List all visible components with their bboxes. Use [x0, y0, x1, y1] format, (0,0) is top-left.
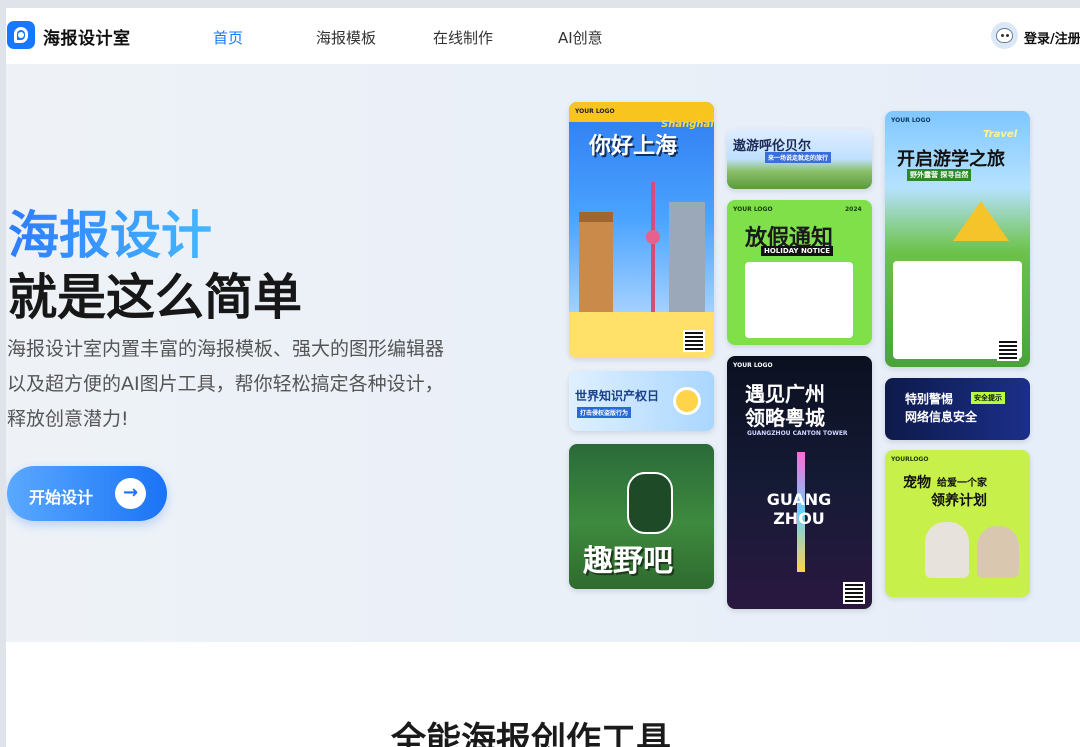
poster-year: 2024: [845, 206, 862, 213]
poster-subtitle: 来一场说走就走的旅行: [765, 152, 832, 163]
arrow-right-icon: →: [115, 478, 146, 509]
login-register-link[interactable]: 登录/注册: [1024, 28, 1080, 47]
poster-logo: YOURLOGO: [891, 456, 929, 463]
poster-title: 你好上海: [589, 134, 678, 159]
poster-subtitle: HOLIDAY NOTICE: [761, 246, 834, 256]
cat-shape: [925, 522, 969, 578]
hero-title-main: 海报设计: [8, 194, 212, 268]
start-design-label: 开始设计: [29, 488, 94, 507]
poster-title: 开启游学之旅: [897, 149, 1005, 170]
clock-tower-shape: [579, 212, 613, 312]
poster-title: 趣野吧: [583, 544, 673, 579]
section-title: 全能海报创作工具: [391, 721, 672, 747]
nav-item-ai-creative[interactable]: AI创意: [558, 27, 603, 48]
poster-english: GUANGZHOU CANTON TOWER: [747, 430, 848, 437]
hero-section: 海报设计 就是这么简单 海报设计室内置丰富的海报模板、强大的图形编辑器以及超方便…: [6, 64, 1080, 642]
cute-tree-shape: [627, 472, 673, 534]
tent-shape: [953, 201, 1009, 241]
poster-ip-day[interactable]: 世界知识产权日 打击侵权盗版行为: [569, 371, 714, 431]
hero-title-sub: 就是这么简单: [8, 269, 303, 326]
poster-logo: YOUR LOGO: [891, 117, 931, 124]
qr-code-icon: [843, 582, 865, 604]
poster-logo: YOUR LOGO: [575, 108, 615, 115]
poster-title: 世界知识产权日: [575, 389, 660, 403]
qr-code-icon: [683, 330, 705, 352]
poster-script: Travel: [983, 129, 1018, 140]
poster-logo: YOUR LOGO: [733, 206, 773, 213]
poster-title-3: 领养计划: [931, 493, 987, 509]
page: 海报设计室 首页 海报模板 在线制作 AI创意 登录/注册 海报设计 就是这么简…: [6, 8, 1080, 747]
poster-script: Shanghai: [661, 119, 714, 130]
cat-shape: [977, 526, 1019, 578]
avatar[interactable]: [991, 22, 1018, 49]
poster-shanghai[interactable]: YOUR LOGO 你好上海 Shanghai: [569, 102, 714, 358]
poster-title-2: 领略粤城: [745, 406, 825, 430]
poster-logo: YOUR LOGO: [733, 362, 773, 369]
poster-title-2: 给爱一个家: [937, 478, 987, 489]
poster-pet[interactable]: YOURLOGO 宠物 给爱一个家 领养计划: [885, 450, 1030, 597]
start-design-button[interactable]: 开始设计 →: [7, 466, 167, 521]
nav-item-online-editor[interactable]: 在线制作: [433, 27, 493, 48]
poster-study-tour[interactable]: YOUR LOGO Travel 开启游学之旅 野外露营 探寻自然: [885, 111, 1030, 367]
poster-wild[interactable]: 趣野吧: [569, 444, 714, 589]
poster-title: 特别警惕: [905, 392, 954, 406]
top-navbar: 海报设计室 首页 海报模板 在线制作 AI创意 登录/注册: [6, 8, 1080, 64]
poster-guangzhou[interactable]: YOUR LOGO 遇见广州 领略粤城 GUANGZHOU CANTON TOW…: [727, 356, 872, 609]
pearl-tower-shape: [651, 182, 655, 312]
poster-security[interactable]: 特别警惕 网络信息安全 安全提示: [885, 378, 1030, 440]
poster-title-2: 网络信息安全: [905, 410, 978, 424]
poster-subtitle: 打击侵权盗版行为: [577, 407, 632, 418]
nav-item-home[interactable]: 首页: [213, 27, 243, 48]
poster-title: 宠物: [903, 475, 931, 491]
poster-holiday-notice[interactable]: YOUR LOGO 2024 放假通知 HOLIDAY NOTICE: [727, 200, 872, 345]
poster-big-text: GUANG ZHOU: [766, 490, 832, 528]
brand-name[interactable]: 海报设计室: [43, 24, 131, 49]
nav-item-templates[interactable]: 海报模板: [316, 27, 376, 48]
features-section: 全能海报创作工具: [6, 642, 1080, 747]
app-logo-icon[interactable]: [7, 21, 35, 49]
poster-subtitle: 野外露营 探寻自然: [907, 169, 972, 181]
poster-badge: 安全提示: [971, 392, 1005, 404]
hero-description: 海报设计室内置丰富的海报模板、强大的图形编辑器以及超方便的AI图片工具，帮你轻松…: [7, 338, 445, 430]
qr-code-icon: [997, 339, 1019, 361]
poster-hulunbuir[interactable]: 遨游呼伦贝尔 来一场说走就走的旅行: [727, 129, 872, 189]
